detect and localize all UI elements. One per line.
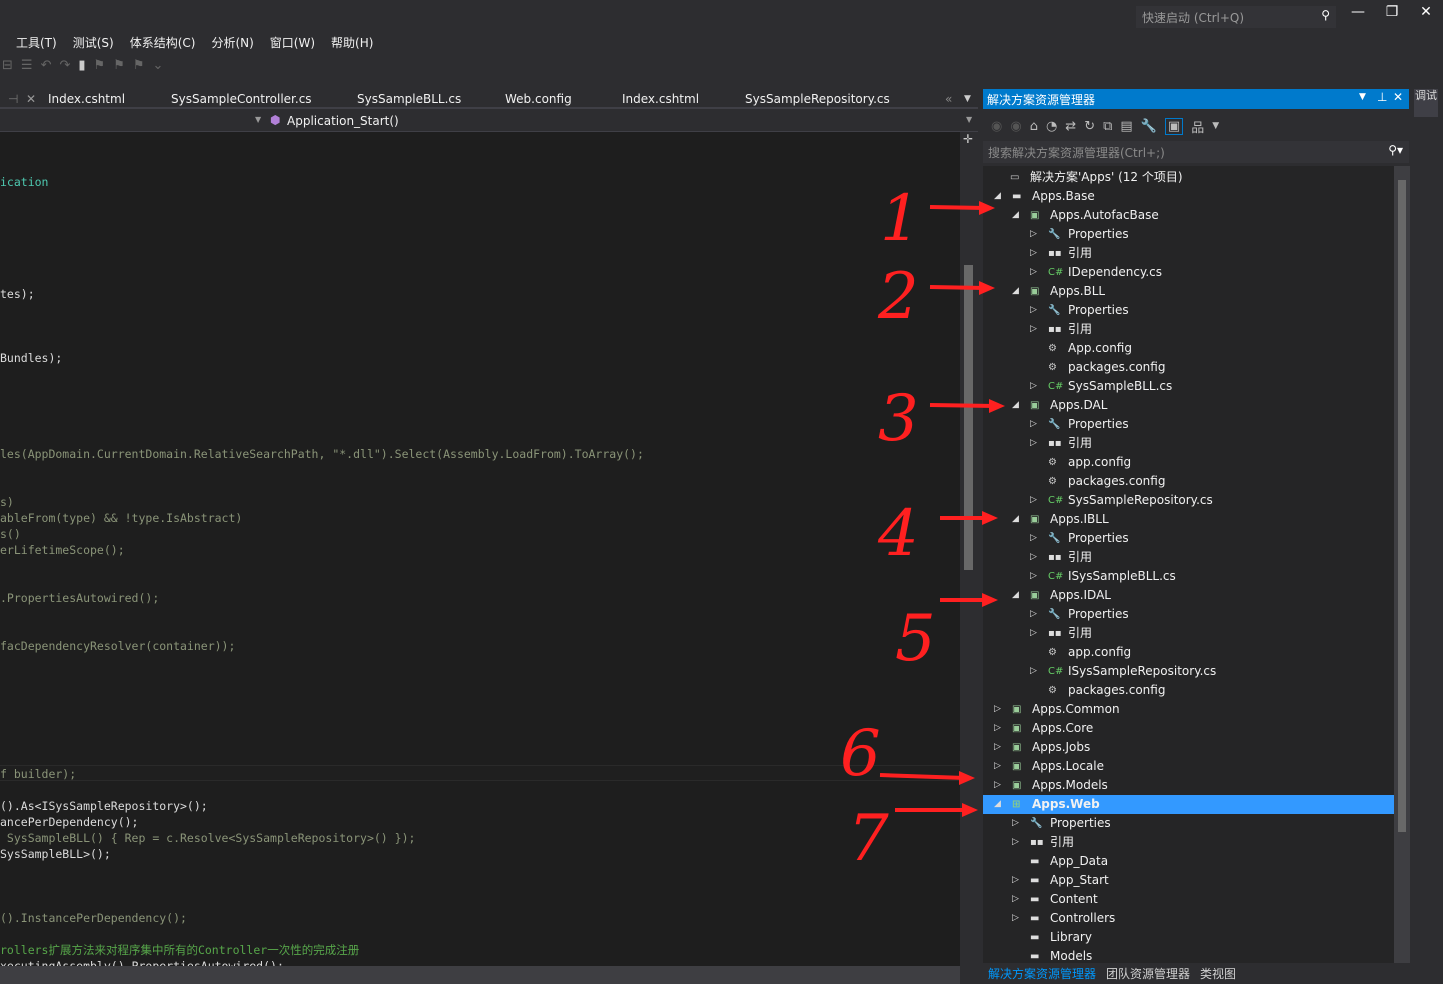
annotation-arrow [929, 403, 996, 408]
annotation-arrow [929, 205, 986, 210]
annotation-number: 7 [848, 802, 889, 876]
annotation-number: 1 [880, 182, 921, 256]
annotation-number: 6 [840, 717, 881, 791]
arrow-head-icon [962, 803, 978, 817]
annotation-number: 5 [895, 602, 936, 676]
annotation-number: 3 [878, 382, 919, 456]
arrow-head-icon [979, 201, 995, 215]
arrow-head-icon [982, 593, 998, 607]
annotation-arrow [929, 285, 986, 290]
arrow-head-icon [979, 281, 995, 295]
arrow-head-icon [989, 399, 1005, 413]
arrow-head-icon [959, 771, 975, 785]
annotation-number: 4 [877, 497, 919, 571]
annotation-arrow [879, 773, 966, 780]
annotation-overlay: 1234567 [840, 182, 1005, 876]
annotation-number: 2 [877, 260, 919, 334]
arrow-head-icon [982, 511, 998, 525]
